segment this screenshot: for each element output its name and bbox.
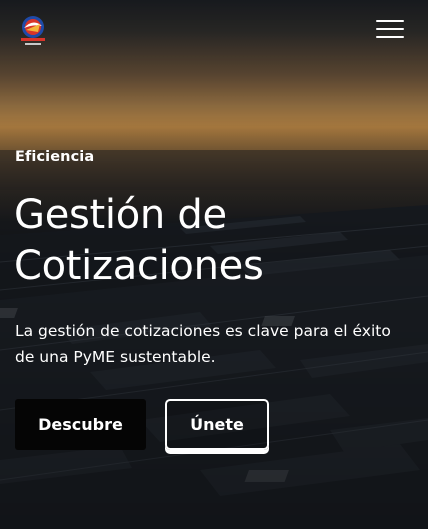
hero-eyebrow: Eficiencia bbox=[15, 149, 95, 165]
hamburger-menu-icon[interactable] bbox=[376, 18, 404, 40]
hero-title: Gestión de Cotizaciones bbox=[14, 190, 414, 292]
menu-bar-middle bbox=[376, 28, 404, 30]
menu-bar-top bbox=[376, 20, 404, 22]
descubre-button[interactable]: Descubre bbox=[15, 399, 146, 450]
hero-title-line2: Cotizaciones bbox=[14, 243, 264, 289]
menu-bar-bottom bbox=[376, 36, 404, 38]
brand-logo[interactable] bbox=[16, 12, 50, 48]
hero-description: La gestión de cotizaciones es clave para… bbox=[15, 322, 391, 366]
hero-section: Eficiencia Gestión de Cotizaciones La ges… bbox=[0, 0, 428, 529]
hero-title-line1: Gestión de bbox=[14, 192, 227, 238]
unete-button[interactable]: Únete bbox=[165, 399, 269, 450]
